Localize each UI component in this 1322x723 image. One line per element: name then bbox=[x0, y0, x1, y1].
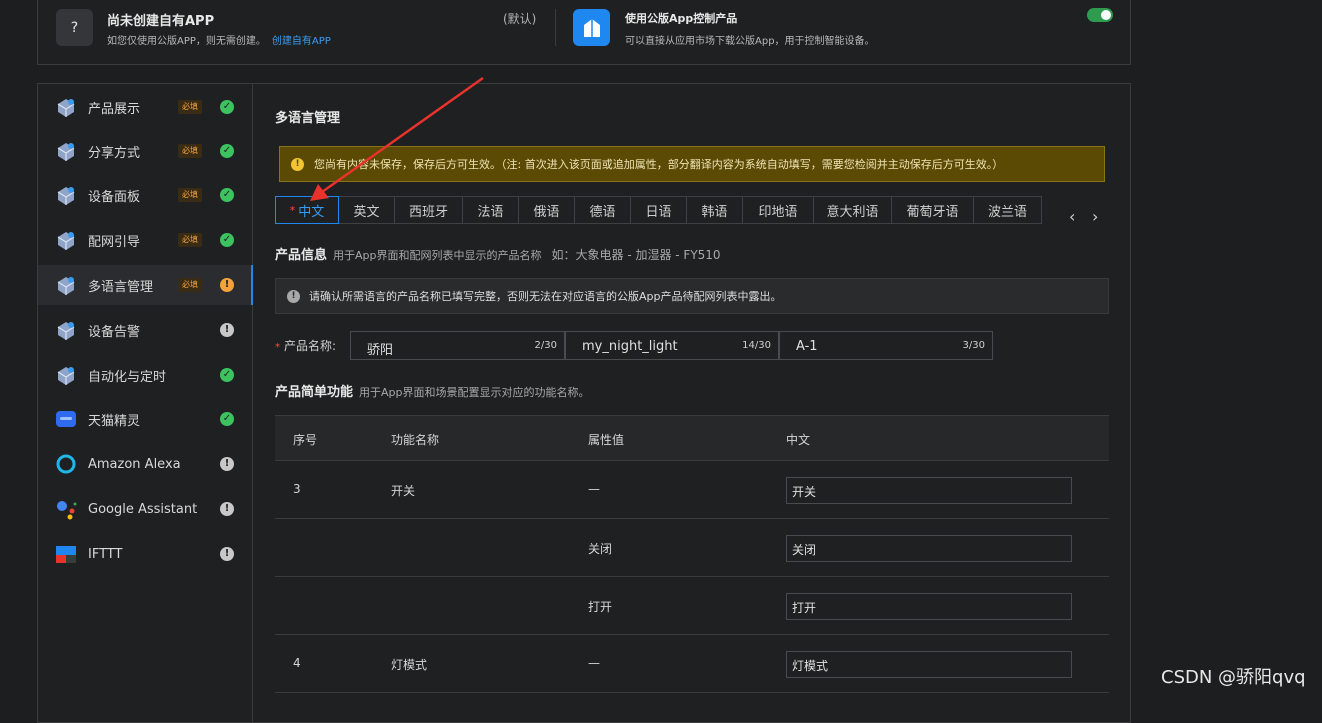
annotation-arrow bbox=[310, 76, 484, 201]
watermark: CSDN @骄阳qvq bbox=[1161, 667, 1306, 688]
